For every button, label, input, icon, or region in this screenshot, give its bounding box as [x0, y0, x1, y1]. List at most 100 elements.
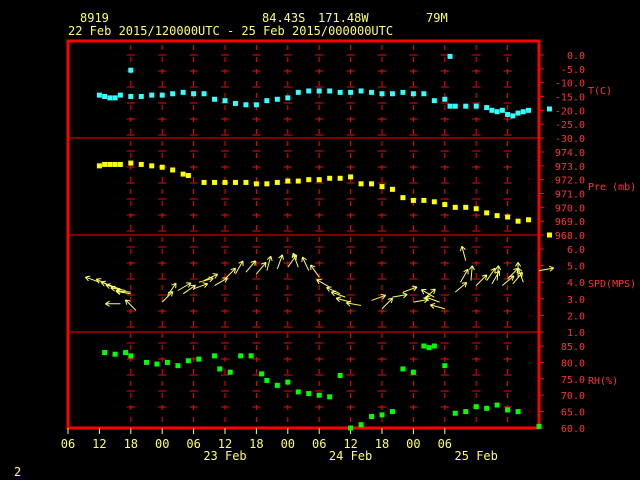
- rh-point: [295, 389, 301, 395]
- temp-point: [447, 103, 453, 109]
- rh-point: [259, 371, 265, 377]
- x-tick-label: 06: [186, 437, 200, 451]
- temp-point: [484, 105, 490, 111]
- pressure-point: [379, 184, 385, 190]
- plot-area: 06 12 18 00 06 12 18 00 06 12 18 00 0623 Feb 24 Feb 25…: [61, 39, 636, 463]
- rh-point: [421, 343, 427, 349]
- temp-point: [389, 91, 395, 97]
- temp-point: [138, 94, 144, 99]
- y-tick-label: 1.0: [567, 328, 585, 339]
- temp-point: [112, 95, 118, 101]
- day-label: 23 Feb: [203, 449, 246, 463]
- temp-point: [274, 96, 280, 102]
- rh-point: [348, 425, 354, 431]
- temp-point: [526, 107, 532, 113]
- y-tick-label: 70.0: [561, 391, 585, 402]
- rh-point: [452, 410, 458, 416]
- rh-point: [327, 394, 333, 400]
- wind-arrow: [193, 282, 209, 290]
- wind-arrow: [256, 261, 267, 275]
- wind-arrow: [245, 260, 257, 273]
- temp-point: [442, 96, 448, 102]
- wind-arrow: [460, 268, 469, 283]
- rh-point: [144, 359, 149, 365]
- temp-point: [107, 95, 113, 101]
- temp-point: [191, 91, 197, 97]
- wind-arrow: [454, 282, 468, 293]
- rh-point: [337, 373, 343, 379]
- wind-arrow: [161, 291, 174, 303]
- y-tick-label: 6.0: [567, 245, 585, 256]
- panel-label: SPD(MPS): [588, 279, 636, 290]
- temp-point: [499, 107, 505, 113]
- x-tick-label: 18: [249, 437, 263, 451]
- wind-arrow: [491, 270, 500, 285]
- pressure-point: [389, 186, 395, 192]
- y-tick-label: 60.0: [561, 424, 585, 435]
- rh-point: [128, 353, 134, 359]
- pressure-point: [327, 175, 333, 181]
- pressure-point: [484, 210, 490, 216]
- rh-point: [175, 363, 181, 369]
- pressure-point: [117, 161, 123, 167]
- rh-point: [102, 350, 108, 356]
- y-tick-label: -15.0: [555, 93, 585, 104]
- pressure-point: [410, 197, 416, 203]
- temp-point: [546, 106, 552, 112]
- y-tick-label: 970.0: [555, 203, 585, 214]
- pressure-point: [494, 213, 500, 219]
- pressure-point: [316, 177, 322, 183]
- temp-point: [316, 88, 322, 94]
- pressure-point: [463, 204, 469, 210]
- wind-arrow: [392, 292, 408, 299]
- panel-label: Pre (mb): [588, 182, 636, 193]
- rh-point: [306, 391, 312, 397]
- y-tick-label: 75.0: [561, 375, 585, 386]
- y-tick-label: 5.0: [567, 262, 585, 273]
- pressure-point: [170, 167, 176, 173]
- y-tick-label: 80.0: [561, 358, 585, 369]
- rh-point: [463, 409, 469, 415]
- wind-arrow: [224, 267, 237, 280]
- temp-point: [201, 91, 207, 97]
- rh-point: [264, 377, 270, 383]
- rh-point: [217, 366, 223, 372]
- pressure-point: [295, 178, 301, 184]
- temp-point: [421, 91, 427, 97]
- pressure-point: [243, 179, 249, 185]
- temp-point: [149, 92, 155, 98]
- temp-point: [170, 91, 176, 97]
- temp-point: [285, 95, 291, 101]
- rh-point: [505, 407, 511, 413]
- temp-point: [358, 88, 364, 94]
- temp-point: [212, 96, 218, 102]
- rh-point: [431, 343, 437, 349]
- pressure-point: [96, 163, 102, 169]
- pressure-point: [112, 161, 118, 167]
- station-id: 8919: [80, 11, 109, 25]
- pressure-point: [107, 161, 113, 167]
- pressure-point: [505, 214, 511, 220]
- wind-arrow: [413, 297, 429, 304]
- temp-point: [295, 89, 301, 95]
- x-tick-label: 06: [61, 437, 75, 451]
- temp-point: [337, 89, 343, 95]
- rh-point: [212, 353, 218, 359]
- temp-point: [102, 94, 108, 99]
- temp-point: [489, 107, 495, 113]
- rh-point: [164, 359, 170, 365]
- y-tick-label: 972.0: [555, 176, 585, 187]
- pressure-point: [185, 173, 191, 179]
- temp-point: [264, 98, 270, 104]
- rh-point: [379, 412, 385, 418]
- temp-point: [520, 109, 526, 115]
- pressure-point: [102, 161, 108, 167]
- y-tick-label: -20.0: [555, 106, 585, 117]
- pressure-point: [253, 181, 259, 187]
- rh-point: [123, 350, 129, 356]
- wind-arrow: [345, 300, 362, 307]
- y-tick-label: 4.0: [567, 278, 585, 289]
- day-label: 25 Feb: [455, 449, 498, 463]
- temp-point: [128, 94, 134, 99]
- rh-point: [248, 353, 254, 359]
